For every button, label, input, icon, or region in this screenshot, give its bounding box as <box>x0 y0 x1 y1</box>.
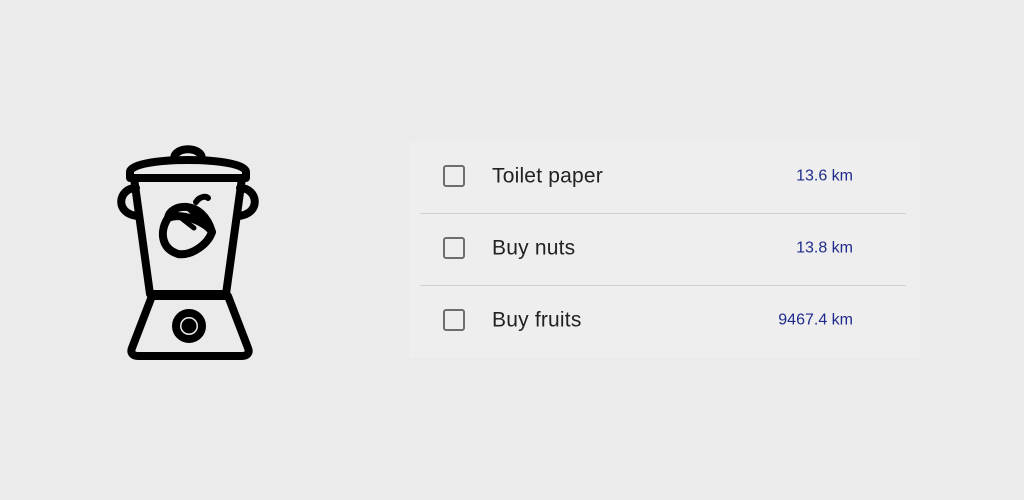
todo-list-card: Toilet paper 13.6 km Buy nuts 13.8 km Bu… <box>409 141 920 358</box>
list-item[interactable]: Toilet paper 13.6 km <box>409 141 920 213</box>
list-item[interactable]: Buy fruits 9467.4 km <box>409 285 920 357</box>
item-checkbox[interactable] <box>443 237 465 259</box>
item-distance: 13.8 km <box>796 239 853 257</box>
item-distance: 13.6 km <box>796 167 853 185</box>
item-label: Toilet paper <box>492 164 603 188</box>
item-checkbox[interactable] <box>443 165 465 187</box>
app-screen: Toilet paper 13.6 km Buy nuts 13.8 km Bu… <box>0 0 1024 500</box>
list-item[interactable]: Buy nuts 13.8 km <box>409 213 920 285</box>
item-checkbox[interactable] <box>443 309 465 331</box>
item-label: Buy nuts <box>492 236 576 260</box>
item-label: Buy fruits <box>492 308 582 332</box>
todo-list: Toilet paper 13.6 km Buy nuts 13.8 km Bu… <box>409 141 920 357</box>
blender-with-acorn-icon <box>108 136 272 366</box>
item-distance: 9467.4 km <box>778 311 853 329</box>
